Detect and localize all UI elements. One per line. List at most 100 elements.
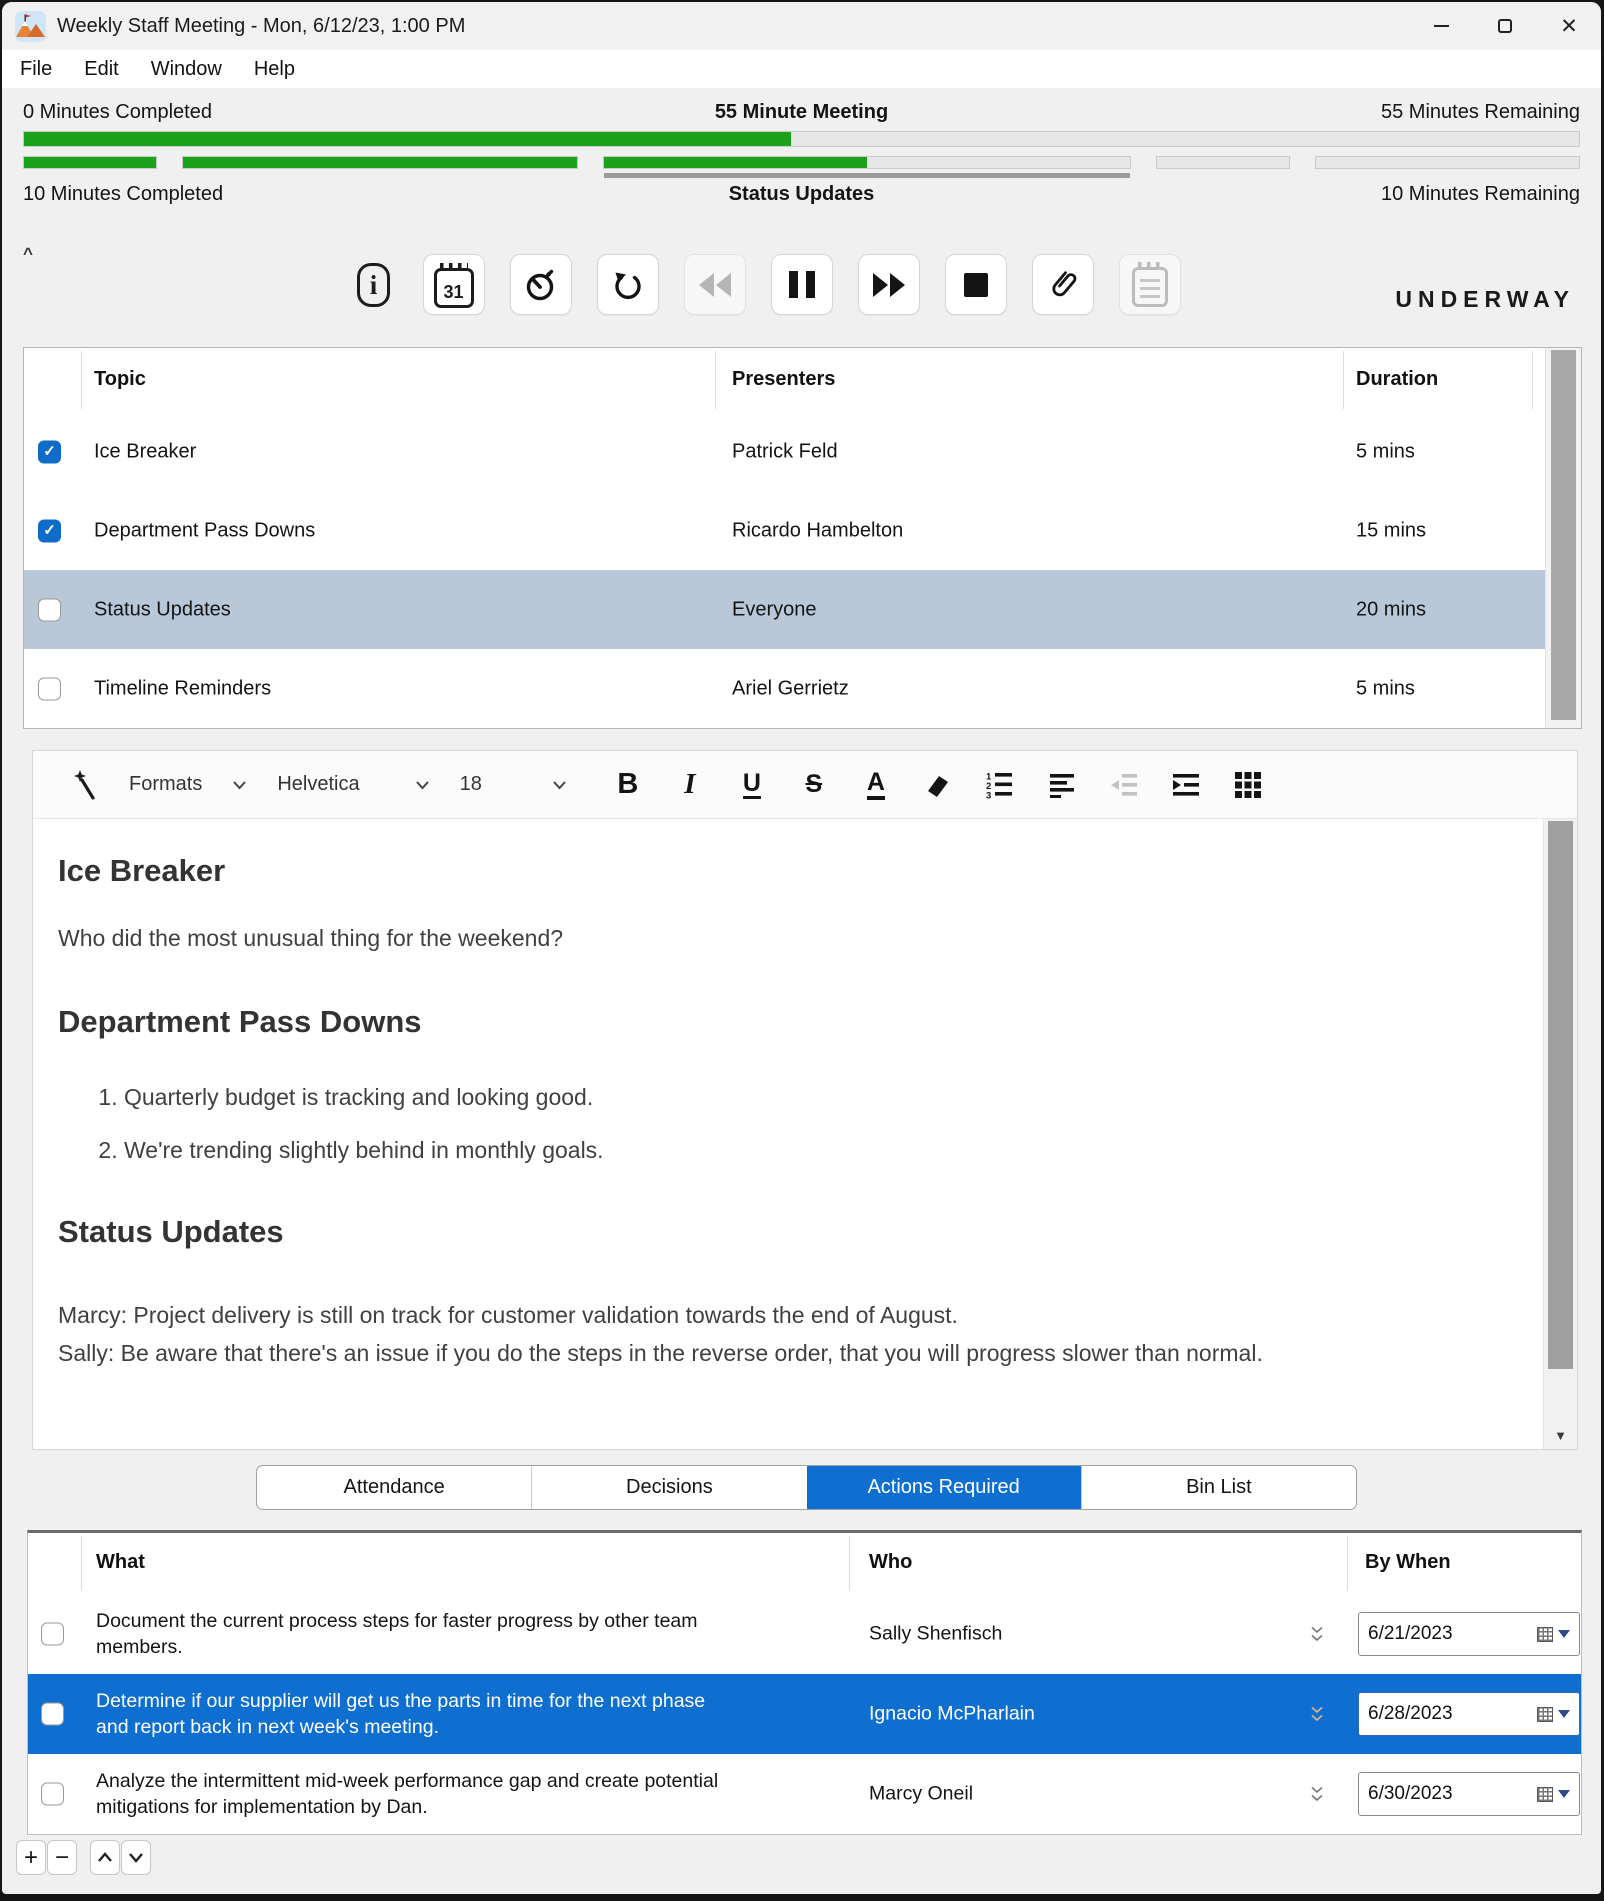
topic-checkbox[interactable]	[38, 440, 61, 463]
combo-chevrons-icon[interactable]	[1311, 1707, 1323, 1722]
action-who[interactable]: Ignacio McPharlain	[869, 1703, 1035, 1726]
editor-scrollbar[interactable]: ▼	[1543, 819, 1577, 1449]
pause-button[interactable]	[771, 254, 833, 315]
notes-button[interactable]	[1119, 254, 1181, 315]
topic-checkbox[interactable]	[38, 598, 61, 621]
window-title: Weekly Staff Meeting - Mon, 6/12/23, 1:0…	[57, 15, 465, 38]
chevron-down-icon[interactable]	[552, 780, 567, 790]
attachment-button[interactable]	[1032, 254, 1094, 315]
insert-table-button[interactable]	[1227, 772, 1269, 798]
action-who[interactable]: Sally Shenfisch	[869, 1623, 1002, 1646]
date-dropdown-arrow-icon[interactable]	[1558, 1710, 1570, 1718]
italic-button[interactable]: I	[669, 768, 711, 801]
due-date-field[interactable]: 6/21/2023	[1358, 1612, 1580, 1656]
topic-checkbox[interactable]	[38, 519, 61, 542]
text-color-icon: A	[867, 769, 885, 799]
topic-row-department-pass-downs[interactable]: Department Pass Downs Ricardo Hambelton …	[24, 491, 1581, 570]
strikethrough-icon: S	[806, 770, 823, 799]
actions-col-who: Who	[869, 1551, 912, 1574]
italic-icon: I	[684, 768, 695, 801]
font-size-dropdown[interactable]: 18	[460, 773, 482, 796]
align-left-button[interactable]	[1041, 772, 1083, 798]
topic-duration: 5 mins	[1356, 440, 1415, 463]
action-checkbox[interactable]	[41, 1623, 64, 1646]
topic-presenter: Ricardo Hambelton	[732, 519, 903, 542]
current-topic-label: Status Updates	[729, 183, 875, 206]
action-row-3[interactable]: Analyze the intermittent mid-week perfor…	[28, 1754, 1581, 1834]
topic-row-ice-breaker[interactable]: Ice Breaker Patrick Feld 5 mins	[24, 412, 1581, 491]
date-dropdown-arrow-icon[interactable]	[1558, 1630, 1570, 1638]
close-button[interactable]: ✕	[1537, 2, 1601, 50]
timer-button[interactable]	[510, 254, 572, 315]
scroll-down-arrow-icon[interactable]: ▼	[1544, 1428, 1577, 1443]
bold-icon: B	[617, 768, 638, 801]
timer-toolbar: ^ i 31	[2, 254, 1601, 316]
stop-button[interactable]	[945, 254, 1007, 315]
date-dropdown-arrow-icon[interactable]	[1558, 1790, 1570, 1798]
maximize-button[interactable]	[1473, 2, 1537, 50]
combo-chevrons-icon[interactable]	[1311, 1627, 1323, 1642]
move-down-button[interactable]	[121, 1840, 151, 1875]
editor-scrollbar-thumb[interactable]	[1548, 821, 1573, 1369]
calendar-picker-icon[interactable]	[1537, 1627, 1553, 1642]
clear-formatting-button[interactable]	[917, 772, 959, 798]
remove-action-button[interactable]: −	[47, 1840, 77, 1875]
restart-button[interactable]	[597, 254, 659, 315]
indent-button[interactable]	[1165, 773, 1207, 797]
action-what: Document the current process steps for f…	[96, 1608, 741, 1660]
due-date-field[interactable]: 6/28/2023	[1358, 1692, 1580, 1736]
editor-content[interactable]: Ice Breaker Who did the most unusual thi…	[33, 819, 1577, 1450]
svg-text:3: 3	[986, 790, 991, 799]
calendar-picker-icon[interactable]	[1537, 1787, 1553, 1802]
formats-dropdown[interactable]: Formats	[129, 773, 202, 796]
segment-ice-breaker	[23, 156, 157, 169]
magic-wand-icon[interactable]	[73, 770, 99, 800]
actions-table: What Who By When Document the current pr…	[27, 1530, 1582, 1835]
combo-chevrons-icon[interactable]	[1311, 1787, 1323, 1802]
move-up-button[interactable]	[90, 1840, 120, 1875]
strikethrough-button[interactable]: S	[793, 770, 835, 799]
minimize-button[interactable]	[1409, 2, 1473, 50]
underline-button[interactable]: U	[731, 770, 773, 799]
notepad-icon	[1132, 267, 1168, 307]
list-item: Quarterly budget is tracking and looking…	[124, 1084, 1517, 1111]
bold-button[interactable]: B	[607, 768, 649, 801]
chevron-down-icon[interactable]	[232, 780, 247, 790]
tab-bin-list[interactable]: Bin List	[1081, 1466, 1356, 1509]
menu-file[interactable]: File	[20, 58, 52, 81]
menu-edit[interactable]: Edit	[84, 58, 118, 81]
align-left-icon	[1049, 772, 1075, 798]
overall-progress-bar	[23, 131, 1580, 147]
tab-decisions[interactable]: Decisions	[531, 1466, 806, 1509]
segment-department-pass-downs	[182, 156, 579, 169]
menu-help[interactable]: Help	[254, 58, 295, 81]
topic-row-status-updates-selected[interactable]: Status Updates Everyone 20 mins	[24, 570, 1581, 649]
chevron-down-icon[interactable]	[415, 780, 430, 790]
rewind-button[interactable]	[684, 254, 746, 315]
editor-heading-department-pass-downs: Department Pass Downs	[58, 1004, 1517, 1040]
topic-row-timeline-reminders[interactable]: Timeline Reminders Ariel Gerrietz 5 mins	[24, 649, 1581, 728]
calendar-picker-icon[interactable]	[1537, 1707, 1553, 1722]
menu-window[interactable]: Window	[151, 58, 222, 81]
topics-scrollbar-thumb[interactable]	[1551, 350, 1576, 720]
action-row-1[interactable]: Document the current process steps for f…	[28, 1594, 1581, 1674]
font-family-dropdown[interactable]: Helvetica	[277, 773, 359, 796]
info-button[interactable]: i	[357, 263, 390, 307]
action-row-2-selected[interactable]: Determine if our supplier will get us th…	[28, 1674, 1581, 1754]
topics-scrollbar[interactable]	[1545, 348, 1581, 728]
action-checkbox[interactable]	[41, 1783, 64, 1806]
outdent-button[interactable]	[1103, 773, 1145, 797]
collapse-chevron-icon[interactable]: ^	[23, 244, 33, 264]
calendar-button[interactable]: 31	[423, 254, 485, 315]
numbered-list-button[interactable]: 1 2 3	[979, 771, 1021, 799]
fast-forward-button[interactable]	[858, 254, 920, 315]
due-date-field[interactable]: 6/30/2023	[1358, 1772, 1580, 1816]
action-checkbox[interactable]	[41, 1703, 64, 1726]
tab-attendance[interactable]: Attendance	[257, 1466, 531, 1509]
topic-name: Department Pass Downs	[94, 519, 315, 542]
topic-checkbox[interactable]	[38, 677, 61, 700]
tab-actions-required[interactable]: Actions Required	[807, 1466, 1081, 1509]
text-color-button[interactable]: A	[855, 769, 897, 799]
add-action-button[interactable]: +	[16, 1840, 46, 1875]
action-who[interactable]: Marcy Oneil	[869, 1783, 973, 1806]
